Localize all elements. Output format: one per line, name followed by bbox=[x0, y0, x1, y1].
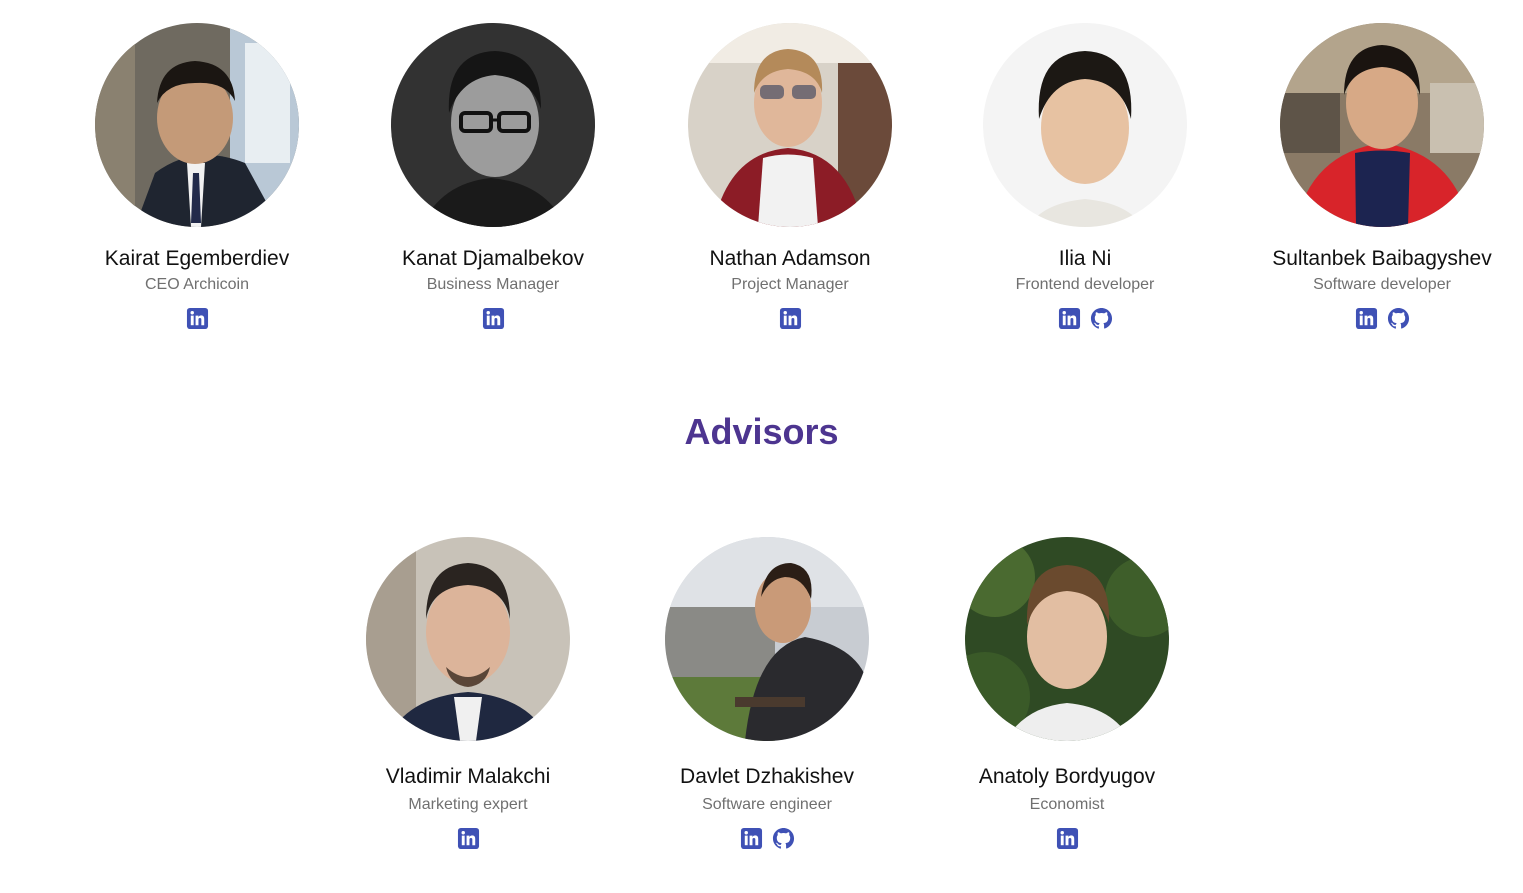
advisor-card: Vladimir Malakchi Marketing expert bbox=[318, 537, 618, 850]
advisors-heading: Advisors bbox=[684, 411, 839, 452]
avatar bbox=[366, 537, 570, 741]
linkedin-icon[interactable] bbox=[1355, 307, 1378, 330]
member-name: Anatoly Bordyugov bbox=[978, 765, 1156, 788]
member-role: Economist bbox=[1029, 796, 1105, 813]
avatar bbox=[95, 23, 299, 227]
linkedin-icon[interactable] bbox=[1056, 827, 1079, 850]
github-icon[interactable] bbox=[772, 827, 795, 850]
social-links bbox=[47, 307, 347, 330]
avatar bbox=[1280, 23, 1484, 227]
avatar-photo bbox=[95, 23, 299, 227]
social-links bbox=[935, 307, 1235, 330]
avatar-photo bbox=[1280, 23, 1484, 227]
avatar bbox=[688, 23, 892, 227]
member-name: Kairat Egemberdiev bbox=[104, 247, 290, 270]
linkedin-icon[interactable] bbox=[482, 307, 505, 330]
github-icon[interactable] bbox=[1090, 307, 1113, 330]
member-role: Software engineer bbox=[702, 796, 832, 813]
avatar bbox=[965, 537, 1169, 741]
member-role: Business Manager bbox=[426, 276, 560, 293]
team-member-card: Kairat Egemberdiev CEO Archicoin bbox=[47, 23, 347, 330]
social-links bbox=[917, 827, 1217, 850]
linkedin-icon[interactable] bbox=[457, 827, 480, 850]
team-member-card: Kanat Djamalbekov Business Manager bbox=[343, 23, 643, 330]
member-role: CEO Archicoin bbox=[144, 276, 250, 293]
member-name: Kanat Djamalbekov bbox=[401, 247, 585, 270]
linkedin-icon[interactable] bbox=[186, 307, 209, 330]
advisor-card: Davlet Dzhakishev Software engineer bbox=[617, 537, 917, 850]
linkedin-icon[interactable] bbox=[740, 827, 763, 850]
team-member-card: Ilia Ni Frontend developer bbox=[935, 23, 1235, 330]
avatar-photo bbox=[366, 537, 570, 741]
member-name: Vladimir Malakchi bbox=[385, 765, 551, 788]
member-name: Sultanbek Baibagyshev bbox=[1272, 247, 1492, 270]
social-links bbox=[318, 827, 618, 850]
team-member-card: Nathan Adamson Project Manager bbox=[640, 23, 940, 330]
social-links bbox=[640, 307, 940, 330]
social-links bbox=[1232, 307, 1523, 330]
linkedin-icon[interactable] bbox=[779, 307, 802, 330]
github-icon[interactable] bbox=[1387, 307, 1410, 330]
avatar bbox=[391, 23, 595, 227]
avatar-photo bbox=[391, 23, 595, 227]
avatar-photo bbox=[665, 537, 869, 741]
member-name: Nathan Adamson bbox=[709, 247, 871, 270]
avatar bbox=[665, 537, 869, 741]
member-role: Project Manager bbox=[731, 276, 849, 293]
member-role: Software developer bbox=[1313, 276, 1451, 293]
avatar bbox=[983, 23, 1187, 227]
avatar-photo bbox=[688, 23, 892, 227]
social-links bbox=[343, 307, 643, 330]
social-links bbox=[617, 827, 917, 850]
avatar-photo bbox=[983, 23, 1187, 227]
avatar-photo bbox=[965, 537, 1169, 741]
team-member-card: Sultanbek Baibagyshev Software developer bbox=[1232, 23, 1523, 330]
member-name: Ilia Ni bbox=[1058, 247, 1112, 270]
member-role: Frontend developer bbox=[1015, 276, 1155, 293]
linkedin-icon[interactable] bbox=[1058, 307, 1081, 330]
member-role: Marketing expert bbox=[408, 796, 528, 813]
advisor-card: Anatoly Bordyugov Economist bbox=[917, 537, 1217, 850]
member-name: Davlet Dzhakishev bbox=[680, 765, 854, 788]
